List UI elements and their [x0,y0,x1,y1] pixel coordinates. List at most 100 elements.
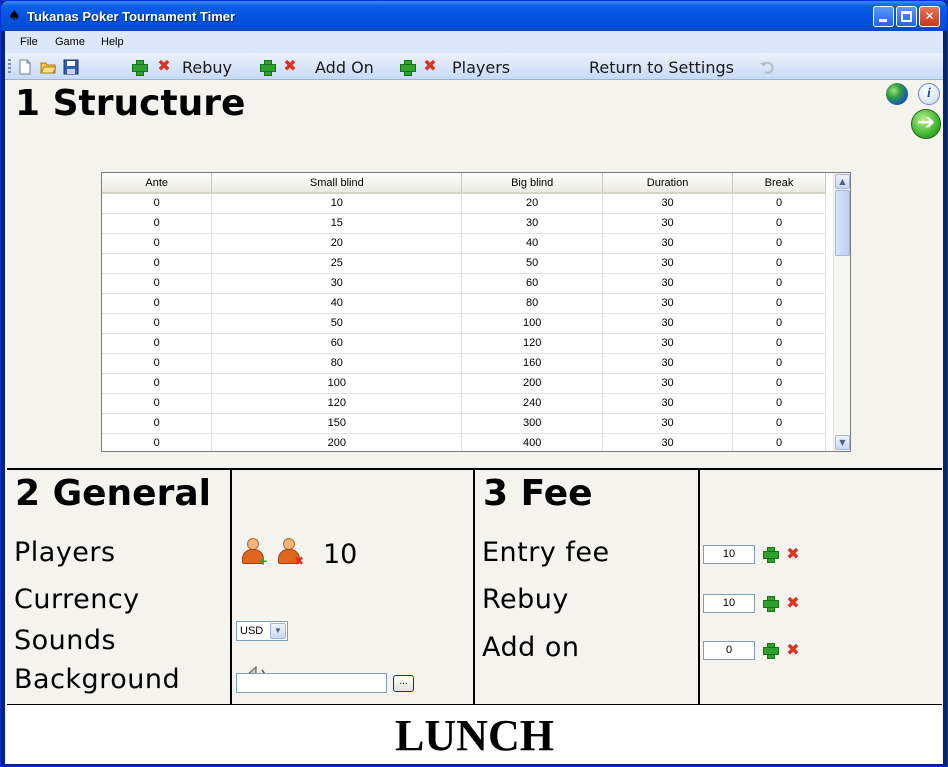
table-row[interactable]: 0 30 60 30 0 [102,273,826,294]
cell-break[interactable]: 0 [732,373,826,394]
column-header-big-blind[interactable]: Big blind [461,173,604,194]
cell-big-blind[interactable]: 300 [461,413,604,434]
table-row[interactable]: 0 200 400 30 0 [102,433,826,451]
new-file-icon[interactable] [17,59,33,75]
cell-duration[interactable]: 30 [602,313,734,334]
cell-big-blind[interactable]: 400 [461,433,604,451]
column-header-break[interactable]: Break [732,173,826,194]
cell-small-blind[interactable]: 80 [211,353,463,374]
cell-duration[interactable]: 30 [602,273,734,294]
table-row[interactable]: 0 20 40 30 0 [102,233,826,254]
column-header-small-blind[interactable]: Small blind [211,173,463,194]
cell-ante[interactable]: 0 [102,393,213,414]
column-header-ante[interactable]: Ante [102,173,213,194]
currency-select[interactable]: USD ▼ [236,621,288,641]
column-header-duration[interactable]: Duration [602,173,734,194]
menu-help[interactable]: Help [101,36,124,48]
cell-big-blind[interactable]: 160 [461,353,604,374]
cell-small-blind[interactable]: 100 [211,373,463,394]
close-button[interactable]: ✕ [919,6,940,27]
rebuy-add-icon[interactable] [131,59,148,76]
save-icon[interactable] [63,59,79,75]
table-row[interactable]: 0 150 300 30 0 [102,413,826,434]
minimize-button[interactable] [873,6,894,27]
table-row[interactable]: 0 120 240 30 0 [102,393,826,414]
cell-big-blind[interactable]: 200 [461,373,604,394]
players-add-icon[interactable] [399,59,416,76]
info-icon[interactable]: i [918,83,940,105]
cell-small-blind[interactable]: 10 [211,193,463,214]
maximize-button[interactable] [896,6,917,27]
cell-break[interactable]: 0 [732,253,826,274]
cell-duration[interactable]: 30 [602,293,734,314]
table-row[interactable]: 0 100 200 30 0 [102,373,826,394]
add-player-icon[interactable]: + [239,537,268,567]
table-row[interactable]: 0 15 30 30 0 [102,213,826,234]
cell-small-blind[interactable]: 15 [211,213,463,234]
table-row[interactable]: 0 25 50 30 0 [102,253,826,274]
cell-duration[interactable]: 30 [602,193,734,214]
cell-duration[interactable]: 30 [602,433,734,451]
cell-duration[interactable]: 30 [602,413,734,434]
cell-small-blind[interactable]: 60 [211,333,463,354]
table-row[interactable]: 0 40 80 30 0 [102,293,826,314]
table-row[interactable]: 0 50 100 30 0 [102,313,826,334]
cell-duration[interactable]: 30 [602,333,734,354]
cell-ante[interactable]: 0 [102,353,213,374]
cell-ante[interactable]: 0 [102,433,213,451]
menu-game[interactable]: Game [55,36,85,48]
rebuy-fee-add-icon[interactable] [762,595,779,612]
cell-ante[interactable]: 0 [102,373,213,394]
cell-ante[interactable]: 0 [102,253,213,274]
cell-ante[interactable]: 0 [102,193,213,214]
cell-ante[interactable]: 0 [102,233,213,254]
addon-fee-input[interactable]: 0 [703,641,755,660]
cell-big-blind[interactable]: 120 [461,333,604,354]
rebuy-remove-icon[interactable]: ✖ [156,58,172,74]
cell-ante[interactable]: 0 [102,313,213,334]
entry-fee-add-icon[interactable] [762,546,779,563]
cell-break[interactable]: 0 [732,213,826,234]
scroll-up-icon[interactable]: ▲ [835,174,850,189]
cell-duration[interactable]: 30 [602,253,734,274]
table-row[interactable]: 0 80 160 30 0 [102,353,826,374]
cell-break[interactable]: 0 [732,433,826,451]
entry-fee-remove-icon[interactable]: ✖ [785,546,801,562]
return-to-settings-button[interactable]: Return to Settings [589,58,734,77]
cell-big-blind[interactable]: 50 [461,253,604,274]
cell-small-blind[interactable]: 150 [211,413,463,434]
cell-big-blind[interactable]: 30 [461,213,604,234]
cell-break[interactable]: 0 [732,233,826,254]
title-bar[interactable]: ♠ Tukanas Poker Tournament Timer ✕ [1,1,947,31]
structure-table[interactable]: Ante Small blind Big blind Duration Brea… [101,172,851,452]
cell-small-blind[interactable]: 30 [211,273,463,294]
cell-break[interactable]: 0 [732,413,826,434]
cell-break[interactable]: 0 [732,293,826,314]
cell-break[interactable]: 0 [732,313,826,334]
scroll-down-icon[interactable]: ▼ [835,435,850,450]
cell-small-blind[interactable]: 25 [211,253,463,274]
cell-break[interactable]: 0 [732,333,826,354]
globe-icon[interactable] [886,83,908,105]
table-row[interactable]: 0 60 120 30 0 [102,333,826,354]
rebuy-fee-remove-icon[interactable]: ✖ [785,595,801,611]
open-folder-icon[interactable] [40,59,56,75]
cell-big-blind[interactable]: 100 [461,313,604,334]
cell-ante[interactable]: 0 [102,413,213,434]
cell-ante[interactable]: 0 [102,273,213,294]
table-scrollbar[interactable]: ▲ ▼ [833,173,850,451]
next-arrow-icon[interactable]: ➔ [911,109,941,139]
undo-icon[interactable] [759,59,775,75]
menu-file[interactable]: File [20,36,38,48]
cell-big-blind[interactable]: 80 [461,293,604,314]
chevron-down-icon[interactable]: ▼ [270,623,286,639]
cell-break[interactable]: 0 [732,273,826,294]
cell-ante[interactable]: 0 [102,213,213,234]
cell-big-blind[interactable]: 40 [461,233,604,254]
addon-remove-icon[interactable]: ✖ [282,58,298,74]
table-row[interactable]: 0 10 20 30 0 [102,193,826,214]
cell-break[interactable]: 0 [732,393,826,414]
cell-break[interactable]: 0 [732,193,826,214]
cell-duration[interactable]: 30 [602,353,734,374]
cell-duration[interactable]: 30 [602,393,734,414]
